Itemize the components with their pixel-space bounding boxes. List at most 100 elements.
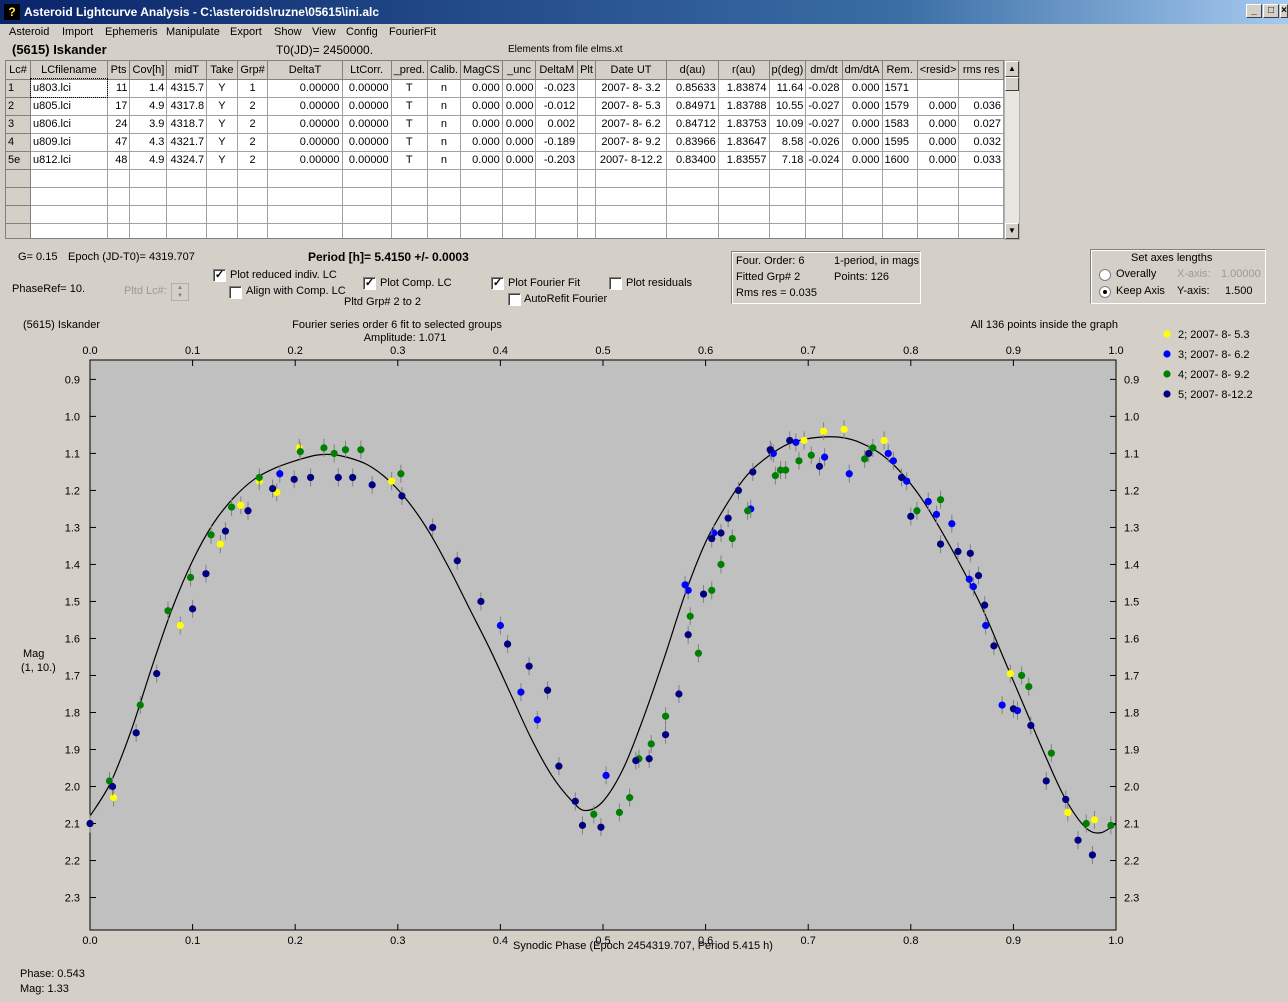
data-point xyxy=(1090,816,1099,824)
legend-marker xyxy=(1163,370,1171,378)
y-tick-label-left: 1.9 xyxy=(65,744,80,756)
y-axis-title: Mag xyxy=(23,648,44,660)
data-point xyxy=(717,529,725,537)
data-point xyxy=(632,757,640,765)
data-point xyxy=(453,557,461,565)
plot-area xyxy=(89,359,1117,931)
y-tick-label-right: 2.1 xyxy=(1124,819,1139,831)
y-tick-label-right: 1.5 xyxy=(1124,596,1139,608)
y-tick-label-left: 2.0 xyxy=(65,782,80,794)
x-tick-label-top: 0.0 xyxy=(82,345,97,357)
x-tick-label-bottom: 0.4 xyxy=(493,935,508,947)
data-point xyxy=(153,670,161,678)
data-point xyxy=(645,755,653,763)
y-tick-label-right: 1.2 xyxy=(1124,485,1139,497)
x-tick-label-top: 0.1 xyxy=(185,345,200,357)
data-point xyxy=(969,583,977,591)
data-point xyxy=(189,605,197,613)
status-phase: Phase: 0.543 xyxy=(20,968,85,980)
data-point xyxy=(675,690,683,698)
data-point xyxy=(615,808,624,817)
data-point xyxy=(792,438,800,446)
legend-label: 5; 2007- 8-12.2 xyxy=(1178,389,1253,401)
y-tick-label-right: 1.4 xyxy=(1124,559,1139,571)
x-tick-label-top: 0.5 xyxy=(595,345,610,357)
legend-marker xyxy=(1163,330,1171,338)
data-point xyxy=(202,570,210,578)
data-point xyxy=(164,607,172,615)
data-point xyxy=(766,446,774,454)
data-point xyxy=(496,621,504,630)
data-point xyxy=(276,470,284,478)
data-point xyxy=(708,586,716,594)
y-tick-label-left: 2.2 xyxy=(65,856,80,868)
data-point xyxy=(771,472,779,480)
y-tick-label-right: 2.0 xyxy=(1124,782,1139,794)
data-point xyxy=(1042,777,1050,785)
y-tick-label-right: 1.3 xyxy=(1124,522,1139,534)
data-point xyxy=(647,740,655,748)
x-tick-label-top: 0.2 xyxy=(288,345,303,357)
status-mag: Mag: 1.33 xyxy=(20,983,69,995)
y-tick-label-left: 2.1 xyxy=(65,819,80,831)
data-point xyxy=(1009,705,1018,713)
data-point xyxy=(717,560,725,569)
data-point xyxy=(1074,836,1082,844)
y-tick-label-right: 2.2 xyxy=(1124,856,1139,868)
x-tick-label-bottom: 0.3 xyxy=(390,935,405,947)
data-point xyxy=(397,470,405,478)
lightcurve-plot[interactable]: 0.00.00.10.10.20.20.30.30.40.40.50.50.60… xyxy=(0,0,1288,1002)
data-point xyxy=(734,486,743,495)
y-tick-label-right: 1.8 xyxy=(1124,707,1139,719)
x-axis-title: Synodic Phase (Epoch 2454319.707, Period… xyxy=(513,940,773,952)
y-tick-label-left: 0.9 xyxy=(65,374,80,386)
y-tick-label-right: 0.9 xyxy=(1124,374,1139,386)
data-point xyxy=(965,575,973,583)
data-point xyxy=(1107,821,1115,829)
data-point xyxy=(982,621,990,630)
legend-label: 3; 2007- 8- 6.2 xyxy=(1178,349,1250,361)
x-tick-label-bottom: 0.1 xyxy=(185,935,200,947)
data-point xyxy=(966,549,974,557)
data-point xyxy=(1082,819,1090,828)
data-point xyxy=(602,771,610,780)
data-point xyxy=(109,794,118,802)
x-tick-label-top: 1.0 xyxy=(1108,345,1123,357)
data-point xyxy=(807,451,815,459)
y-tick-label-right: 2.3 xyxy=(1124,893,1139,905)
data-point xyxy=(477,597,485,606)
data-point xyxy=(132,729,140,737)
data-point xyxy=(571,797,579,805)
data-point xyxy=(108,782,117,791)
data-point xyxy=(1064,808,1072,817)
data-point xyxy=(533,716,541,724)
data-point xyxy=(330,449,338,458)
data-point xyxy=(749,468,757,476)
data-point xyxy=(724,514,732,522)
data-point xyxy=(626,794,634,802)
data-point xyxy=(708,534,716,543)
y-tick-label-left: 1.4 xyxy=(65,559,80,571)
legend-label: 2; 2007- 8- 5.3 xyxy=(1178,329,1250,341)
y-tick-label-left: 2.3 xyxy=(65,893,80,905)
data-point xyxy=(1047,749,1055,757)
data-point xyxy=(429,523,437,532)
plot-title: (5615) Iskander xyxy=(23,319,100,331)
data-point xyxy=(840,425,848,433)
x-tick-label-bottom: 0.2 xyxy=(288,935,303,947)
data-point xyxy=(136,701,144,709)
data-point xyxy=(907,512,915,520)
data-point xyxy=(1062,795,1070,804)
data-point xyxy=(368,481,376,489)
plot-subtitle: Fourier series order 6 fit to selected g… xyxy=(292,319,502,331)
data-point xyxy=(744,507,752,515)
y-tick-label-left: 1.3 xyxy=(65,522,80,534)
data-point xyxy=(998,701,1006,709)
x-tick-label-top: 0.4 xyxy=(493,345,508,357)
data-point xyxy=(296,447,304,456)
data-point xyxy=(681,581,689,589)
data-point xyxy=(334,473,342,482)
data-point xyxy=(349,473,357,482)
data-point xyxy=(880,436,888,445)
data-point xyxy=(269,484,277,493)
